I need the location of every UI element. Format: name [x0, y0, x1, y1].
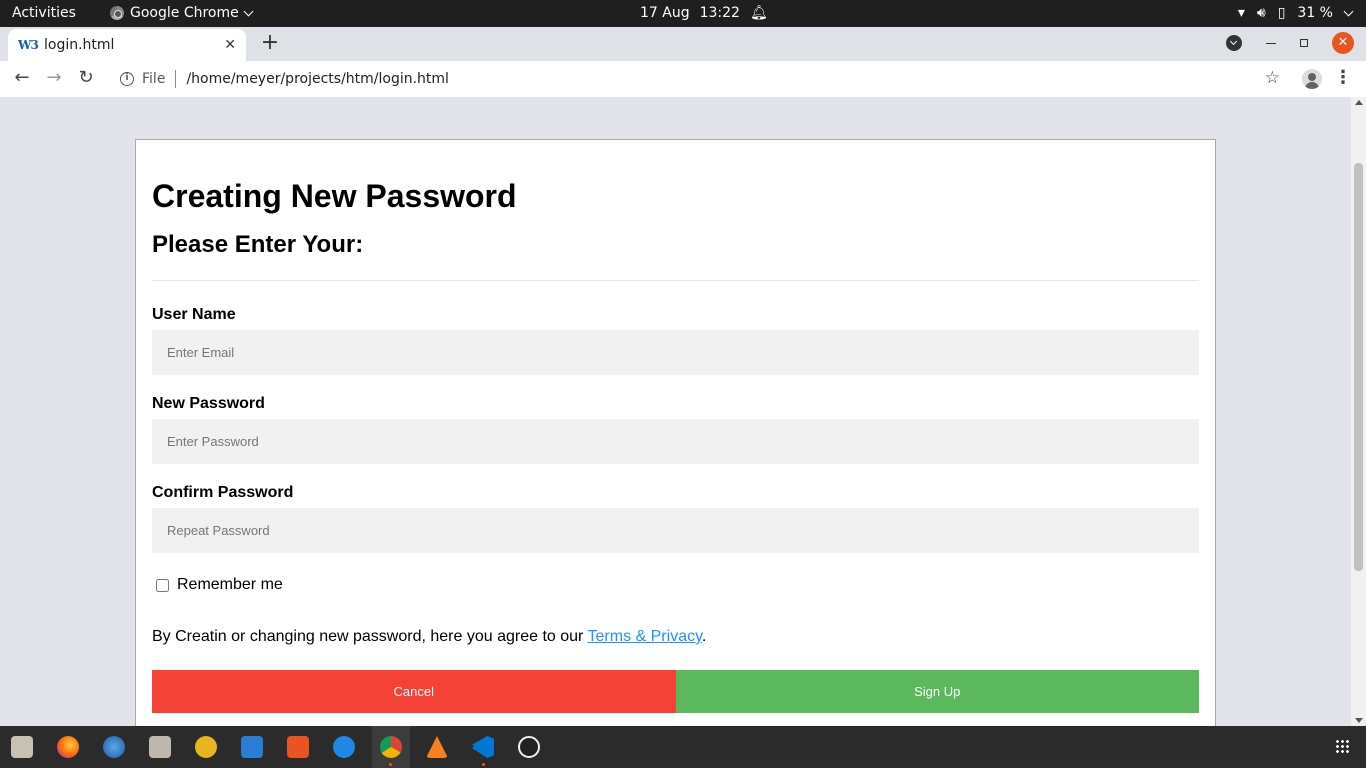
page-subtitle: Please Enter Your:: [152, 231, 364, 258]
running-indicator: [482, 763, 485, 766]
thunderbird-icon[interactable]: [103, 736, 125, 758]
volume-icon: 🔊︎: [1256, 5, 1266, 21]
page-title: Creating New Password: [152, 178, 517, 214]
form-actions: Cancel Sign Up: [152, 670, 1199, 713]
scroll-down-arrow-icon[interactable]: [1355, 718, 1363, 723]
show-apps-grid-icon[interactable]: [1335, 739, 1350, 754]
running-indicator: [389, 763, 392, 766]
terms-privacy-link[interactable]: Terms & Privacy: [588, 628, 702, 645]
w3-favicon-icon: W3: [18, 38, 39, 52]
maximize-button[interactable]: [1300, 39, 1308, 47]
chrome-icon[interactable]: [380, 736, 402, 758]
back-button[interactable]: ←: [11, 68, 33, 88]
battery-icon: ▯: [1277, 5, 1286, 21]
obs-icon[interactable]: [518, 736, 540, 758]
confirm-password-input[interactable]: [152, 508, 1199, 553]
page-scrollbar[interactable]: [1351, 97, 1366, 726]
help-icon[interactable]: [333, 736, 355, 758]
firefox-icon[interactable]: [57, 736, 79, 758]
more-menu-icon[interactable]: ⋮: [1334, 67, 1352, 88]
remember-me-checkbox[interactable]: [156, 578, 169, 592]
files-alt-icon[interactable]: [11, 736, 33, 758]
close-window-button[interactable]: ✕: [1332, 32, 1354, 54]
remember-me-label: Remember me: [177, 576, 283, 593]
new-password-input[interactable]: [152, 419, 1199, 464]
window-controls: ✕: [1226, 32, 1354, 54]
sign-up-button[interactable]: Sign Up: [675, 670, 1199, 713]
clock-date: 17 Aug: [640, 5, 690, 21]
minimize-button[interactable]: [1266, 42, 1276, 44]
username-input[interactable]: [152, 330, 1199, 375]
confirm-password-label: Confirm Password: [152, 484, 294, 501]
remember-me[interactable]: Remember me: [156, 576, 1199, 594]
vscode-icon[interactable]: [472, 736, 494, 758]
browser-toolbar: ← → ↻ i File /home/meyer/projects/htm/lo…: [0, 61, 1366, 97]
system-tray[interactable]: ▾ 🔊︎ ▯ 31 %: [1237, 5, 1354, 21]
close-tab-icon[interactable]: ✕: [224, 37, 236, 53]
vlc-icon[interactable]: [426, 736, 448, 758]
page-viewport: Creating New Password Please Enter Your:…: [0, 97, 1366, 726]
chevron-down-icon: [243, 6, 254, 16]
password-form-card: Creating New Password Please Enter Your:…: [135, 139, 1216, 726]
new-tab-button[interactable]: +: [260, 32, 280, 54]
scroll-up-arrow-icon[interactable]: [1355, 100, 1363, 105]
chrome-icon: [110, 6, 124, 20]
app-menu-label: Google Chrome: [130, 5, 239, 21]
reload-button[interactable]: ↻: [75, 68, 97, 88]
bookmark-star-icon[interactable]: ☆: [1265, 68, 1280, 88]
divider: [152, 280, 1199, 281]
software-icon[interactable]: [287, 736, 309, 758]
scrollbar-thumb[interactable]: [1354, 163, 1363, 571]
chevron-down-icon: [1343, 6, 1354, 16]
address-bar[interactable]: i File /home/meyer/projects/htm/login.ht…: [110, 66, 1290, 92]
files-icon[interactable]: [149, 736, 171, 758]
battery-percent: 31 %: [1297, 5, 1333, 21]
system-top-bar: Activities Google Chrome 17 Aug 13:22 🔔︎…: [0, 0, 1366, 27]
tab-title: login.html: [44, 37, 115, 53]
browser-tab[interactable]: W3 login.html ✕: [8, 29, 246, 61]
terms-suffix: .: [701, 628, 707, 645]
tab-strip: W3 login.html ✕ + ✕: [0, 27, 1366, 61]
tab-search-icon[interactable]: [1226, 35, 1242, 51]
username-label: User Name: [152, 306, 236, 323]
profile-avatar[interactable]: [1302, 69, 1322, 89]
terms-prefix: By Creatin or changing new password, her…: [152, 628, 588, 645]
activities-button[interactable]: Activities: [12, 5, 76, 21]
info-icon[interactable]: i: [120, 72, 134, 86]
file-scheme-label: File: [142, 71, 166, 87]
app-menu[interactable]: Google Chrome: [110, 5, 254, 21]
rhythmbox-icon[interactable]: [195, 736, 217, 758]
new-password-label: New Password: [152, 395, 265, 412]
wifi-icon: ▾: [1237, 5, 1245, 21]
taskbar-dock: [0, 726, 1366, 768]
divider: [175, 70, 177, 88]
clock-time: 13:22: [699, 5, 740, 21]
writer-icon[interactable]: [241, 736, 263, 758]
forward-button[interactable]: →: [43, 68, 65, 88]
url-text[interactable]: /home/meyer/projects/htm/login.html: [186, 71, 449, 87]
cancel-button[interactable]: Cancel: [152, 670, 676, 713]
clock[interactable]: 17 Aug 13:22 🔔︎: [640, 5, 768, 21]
alarm-icon: 🔔︎: [749, 5, 768, 21]
terms-text: By Creatin or changing new password, her…: [152, 628, 1199, 646]
